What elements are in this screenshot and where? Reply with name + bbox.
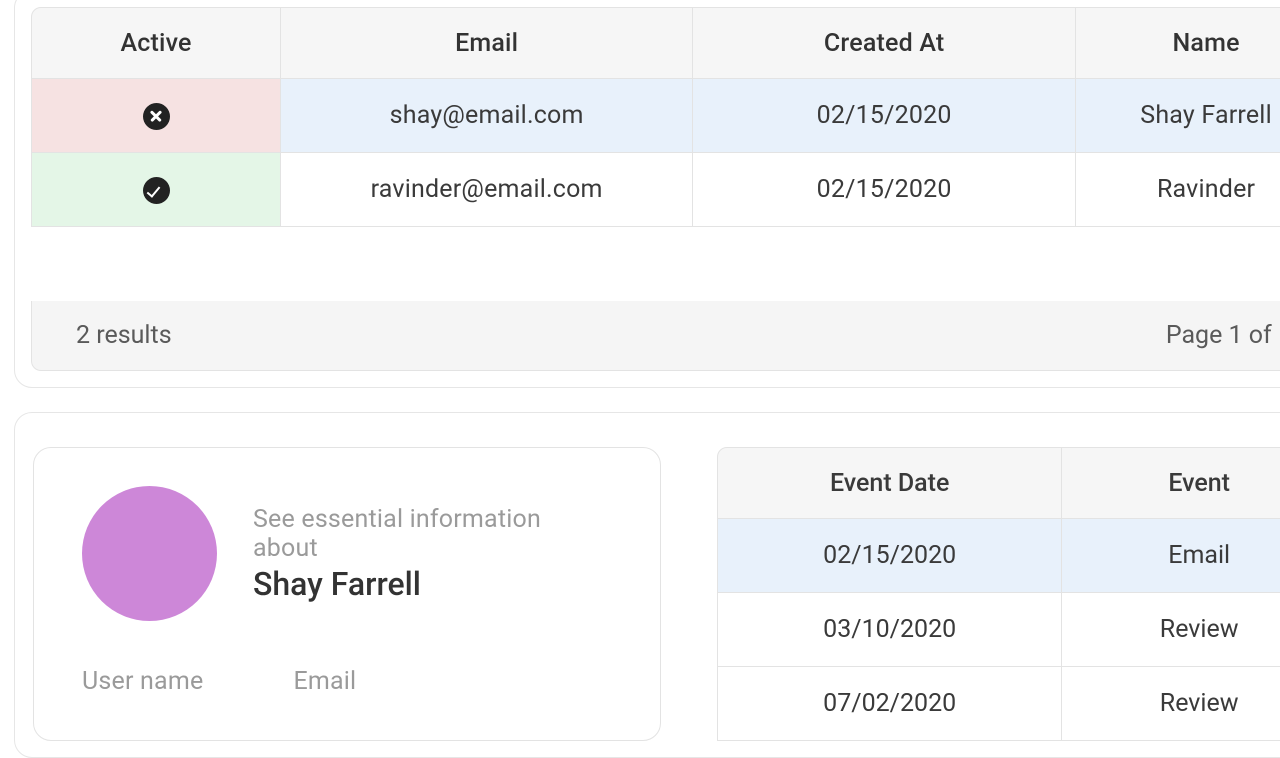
cell-created: 02/15/2020	[693, 79, 1076, 153]
column-header-name[interactable]: Name	[1076, 7, 1280, 79]
events-section: Event Date Event 02/15/2020 Email 03/10/…	[717, 447, 1280, 741]
users-table: Active Email Created At Name shay@email.…	[31, 7, 1280, 227]
table-row[interactable]: 02/15/2020 Email	[717, 519, 1280, 593]
column-header-event-date[interactable]: Event Date	[717, 447, 1062, 519]
cell-event: Email	[1062, 519, 1280, 593]
field-username: User name	[82, 667, 203, 696]
cell-created: 02/15/2020	[693, 153, 1076, 227]
cell-name: Shay Farrell	[1076, 79, 1280, 153]
avatar	[82, 486, 217, 621]
cell-event: Review	[1062, 667, 1280, 741]
profile-name: Shay Farrell	[253, 565, 612, 603]
table-row[interactable]: 07/02/2020 Review	[717, 667, 1280, 741]
users-table-footer: 2 results Page 1 of 1	[31, 301, 1280, 371]
profile-card: See essential information about Shay Far…	[33, 447, 661, 741]
results-count: 2 results	[76, 321, 172, 350]
cell-event: Review	[1062, 593, 1280, 667]
column-header-created[interactable]: Created At	[693, 7, 1076, 79]
users-header-row: Active Email Created At Name	[31, 7, 1280, 79]
column-header-active[interactable]: Active	[31, 7, 281, 79]
field-label-email: Email	[293, 667, 356, 696]
table-row[interactable]: ravinder@email.com 02/15/2020 Ravinder	[31, 153, 1280, 227]
detail-section: See essential information about Shay Far…	[14, 412, 1280, 758]
profile-intro-label: See essential information about	[253, 505, 612, 563]
field-label-username: User name	[82, 667, 203, 696]
table-row[interactable]: 03/10/2020 Review	[717, 593, 1280, 667]
cell-event-date: 07/02/2020	[717, 667, 1062, 741]
events-table: Event Date Event 02/15/2020 Email 03/10/…	[717, 447, 1280, 741]
field-email: Email	[293, 667, 356, 696]
column-header-email[interactable]: Email	[281, 7, 693, 79]
cell-email: ravinder@email.com	[281, 153, 693, 227]
inactive-icon	[143, 103, 170, 130]
column-header-event[interactable]: Event	[1062, 447, 1280, 519]
profile-intro: See essential information about Shay Far…	[253, 505, 612, 603]
active-icon	[143, 177, 170, 204]
users-section: Active Email Created At Name shay@email.…	[14, 0, 1280, 388]
table-body-spacer	[31, 227, 1280, 301]
cell-event-date: 03/10/2020	[717, 593, 1062, 667]
cell-event-date: 02/15/2020	[717, 519, 1062, 593]
table-row[interactable]: shay@email.com 02/15/2020 Shay Farrell	[31, 79, 1280, 153]
cell-active	[31, 79, 281, 153]
profile-fields: User name Email	[82, 667, 612, 696]
cell-name: Ravinder	[1076, 153, 1280, 227]
cell-active	[31, 153, 281, 227]
events-header-row: Event Date Event	[717, 447, 1280, 519]
profile-header: See essential information about Shay Far…	[82, 486, 612, 621]
cell-email: shay@email.com	[281, 79, 693, 153]
page-indicator: Page 1 of 1	[1166, 321, 1280, 350]
